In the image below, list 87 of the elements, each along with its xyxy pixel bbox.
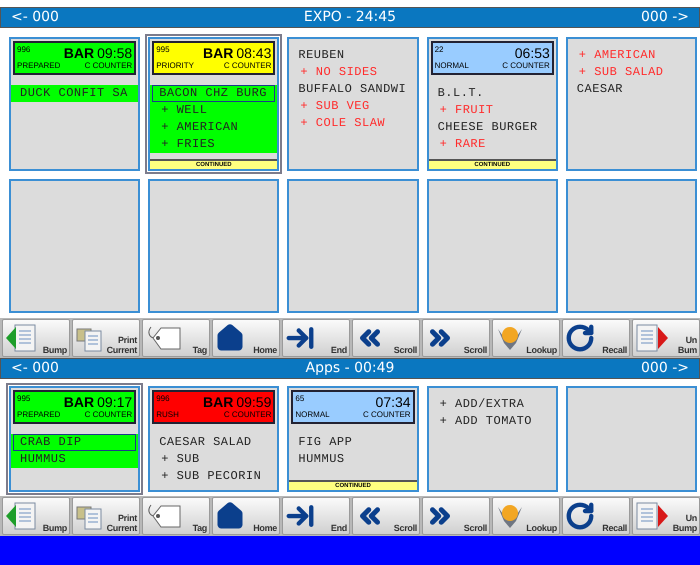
item-modifier: + FRUIT <box>438 102 495 119</box>
item-modifier: + FRIES <box>160 136 216 153</box>
order-status: NORMAL <box>434 62 469 70</box>
ticket-time: 09:17 <box>97 395 132 409</box>
ticket-time: 07:34 <box>376 395 411 409</box>
toolbar-button[interactable]: Scroll <box>422 319 490 357</box>
ticket-time: 06:53 <box>514 46 550 60</box>
menu-item: BUFFALO SANDWI <box>297 81 408 98</box>
item-modifier: + SUB PECORIN <box>160 468 262 485</box>
order-location: C COUNTER <box>224 62 272 70</box>
order-location: C COUNTER <box>363 411 411 419</box>
menu-item: B.L.T. <box>436 85 485 102</box>
item-modifier: + SUB <box>160 451 201 468</box>
ticket-time: 09:58 <box>97 46 132 60</box>
menu-item: REUBEN <box>297 47 346 64</box>
ticket-arrow-icon <box>635 323 669 353</box>
toolbar-button[interactable]: Un Bump <box>632 497 700 535</box>
item-modifier: + WELL <box>160 102 208 119</box>
order-location: C COUNTER <box>502 62 550 70</box>
station-label: BAR <box>203 46 234 60</box>
toolbar-button[interactable]: Print Current <box>72 497 140 535</box>
menu-item: BACON CHZ BURG <box>152 85 276 102</box>
item-modifier: + COLE SLAW <box>299 115 386 132</box>
order-number: 65 <box>295 395 304 403</box>
order-number: 996 <box>156 395 170 403</box>
toolbar-button[interactable]: Recall <box>562 319 630 357</box>
menu-item: CAESAR <box>576 81 624 98</box>
toolbar-button[interactable]: Tag <box>142 319 210 357</box>
next-page-label[interactable]: 000 -> <box>528 358 689 379</box>
home-icon <box>215 501 245 531</box>
recall-icon <box>565 323 595 353</box>
station-label: BAR <box>203 395 234 409</box>
toolbar-button[interactable]: Lookup <box>492 319 560 357</box>
order-location: C COUNTER <box>224 411 272 419</box>
home-icon <box>215 323 245 353</box>
menu-item: HUMMUS <box>297 451 346 468</box>
order-ticket[interactable]: 995 BAR 09:17 PREPARED C COUNTER CRAB DIP HUMMUS <box>6 383 144 495</box>
item-modifier: + AMERICAN <box>160 119 240 136</box>
order-number: 22 <box>434 46 444 54</box>
toolbar-button[interactable]: Print Current <box>72 319 140 357</box>
toolbar-button[interactable]: Tag <box>142 497 210 535</box>
item-modifier: + AMERICAN <box>578 47 657 64</box>
item-modifier: + SUB VEG <box>299 98 371 115</box>
toolbar-button[interactable]: End <box>282 319 350 357</box>
next-page-label[interactable]: 000 -> <box>528 7 689 28</box>
menu-item: CRAB DIP <box>13 434 136 451</box>
toolbar-button[interactable]: Scroll <box>352 319 420 357</box>
toolbar-button[interactable]: Bump <box>2 497 70 535</box>
ticket-time: 08:43 <box>236 46 272 60</box>
section-title: Apps - 00:49 <box>306 359 394 378</box>
order-number: 995 <box>17 395 30 403</box>
toolbar-button[interactable]: Lookup <box>492 497 560 535</box>
order-status: NORMAL <box>295 411 330 419</box>
toolbar-button[interactable]: Bump <box>2 319 70 357</box>
order-number: 995 <box>156 46 170 54</box>
order-location: C COUNTER <box>84 62 132 70</box>
item-modifier: + RARE <box>438 136 487 153</box>
ticket-time: 09:59 <box>236 395 272 409</box>
toolbar-button[interactable]: Scroll <box>352 497 420 535</box>
order-number: 996 <box>17 46 30 54</box>
order-status: PREPARED <box>17 62 60 70</box>
order-status: RUSH <box>156 411 179 419</box>
order-location: C COUNTER <box>84 411 132 419</box>
recall-icon <box>565 501 595 531</box>
menu-item: CAESAR SALAD <box>158 434 253 451</box>
toolbar-button[interactable]: Home <box>212 319 280 357</box>
menu-item: HUMMUS <box>19 451 68 468</box>
item-modifier: + ADD/EXTRA <box>438 396 526 413</box>
ticket-arrow-icon <box>635 501 669 531</box>
item-modifier: + SUB SALAD <box>578 64 665 81</box>
order-status: PREPARED <box>17 411 60 419</box>
item-modifier: + ADD TOMATO <box>438 413 534 430</box>
toolbar-button[interactable]: Recall <box>562 497 630 535</box>
order-status: PRIORITY <box>156 62 194 70</box>
menu-item: DUCK CONFIT SA <box>19 85 129 102</box>
station-label: BAR <box>64 395 94 409</box>
menu-item: FIG APP <box>297 434 354 451</box>
toolbar-button[interactable]: Un Bum <box>632 319 700 357</box>
toolbar-button[interactable]: Scroll <box>422 497 490 535</box>
previous-page-label[interactable]: <- 000 <box>11 7 171 28</box>
item-modifier: + NO SIDES <box>299 64 378 81</box>
section-title: EXPO - 24:45 <box>304 8 396 27</box>
menu-item: CHEESE BURGER <box>436 119 539 136</box>
station-label: BAR <box>64 46 94 60</box>
toolbar-button[interactable]: Home <box>212 497 280 535</box>
previous-page-label[interactable]: <- 000 <box>11 358 171 379</box>
toolbar-button[interactable]: End <box>282 497 350 535</box>
